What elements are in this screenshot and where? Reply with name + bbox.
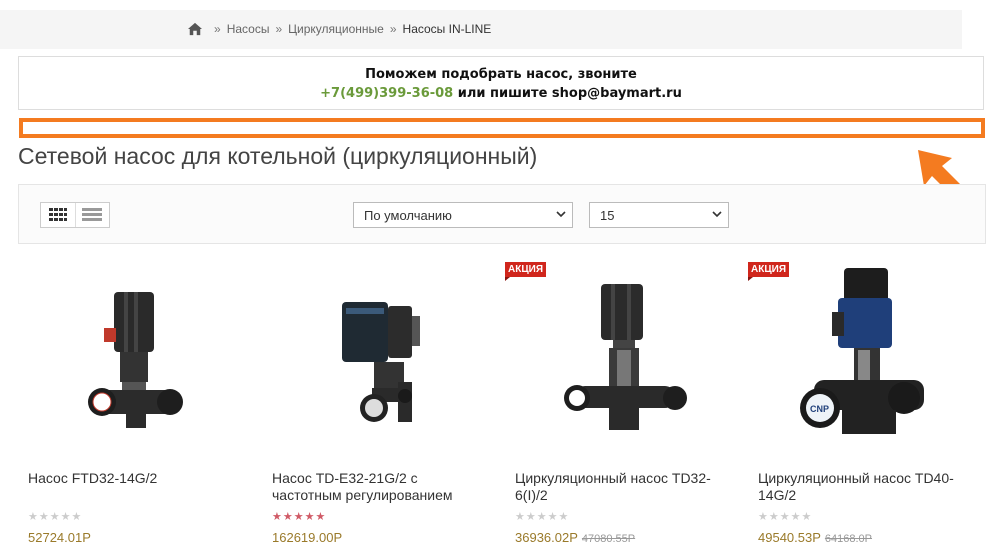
old-price: 47080.55Р (581, 533, 636, 545)
price-value: 162619.00Р (272, 530, 343, 545)
list-icon (82, 208, 103, 221)
breadcrumb-link-circulation[interactable]: Циркуляционные (288, 22, 384, 36)
product-image[interactable] (18, 258, 238, 458)
help-banner: Поможем подобрать насос, звоните +7(499)… (18, 56, 984, 110)
price-value: 49540.53Р (758, 530, 821, 545)
limit-select-value: 15 (600, 207, 615, 223)
product-name[interactable]: Насос TD-E32-21G/2 с частотным регулиров… (272, 470, 472, 504)
product-price: 36936.02Р 47080.55Р (515, 530, 635, 545)
rating-stars: ★★★★★ (758, 511, 813, 523)
product-card[interactable]: CNP АКЦИЯ Циркуляционный насос TD40-14G/… (748, 258, 968, 545)
chevron-down-icon (556, 211, 566, 218)
old-price: 64168.0Р (824, 533, 873, 545)
chevron-down-icon (712, 211, 722, 218)
sale-badge: АКЦИЯ (505, 262, 547, 281)
breadcrumb-separator: » (214, 22, 221, 36)
page-title: Сетевой насос для котельной (циркуляцион… (18, 143, 538, 169)
product-name[interactable]: Циркуляционный насос TD32-6(I)/2 (515, 470, 715, 504)
rating-stars: ★★★★★ (272, 511, 327, 523)
help-line2: +7(499)399-36-08 или пишите shop@baymart… (19, 86, 983, 101)
product-card[interactable]: Насос TD-E32-21G/2 с частотным регулиров… (262, 258, 482, 545)
breadcrumb-separator: » (389, 22, 397, 36)
rating-stars: ★★★★★ (28, 511, 83, 523)
product-card[interactable]: АКЦИЯ Циркуляционный насос TD32-6(I)/2 ★… (505, 258, 725, 545)
product-price: 52724.01Р (28, 530, 91, 545)
product-price: 162619.00Р (272, 530, 342, 545)
price-value: 36936.02Р (515, 530, 578, 545)
product-card[interactable]: Насос FTD32-14G/2 ★★★★★ 52724.01Р (18, 258, 238, 545)
product-image[interactable]: CNP (748, 258, 968, 458)
home-icon[interactable] (188, 22, 202, 36)
sort-select-value: По умолчанию (364, 207, 452, 223)
product-name[interactable]: Насос FTD32-14G/2 (28, 470, 228, 487)
help-email-text: или пишите shop@baymart.ru (453, 86, 682, 101)
breadcrumb-link-pumps[interactable]: Насосы (227, 22, 270, 36)
rating-stars: ★★★★★ (515, 511, 570, 523)
limit-select[interactable]: 15 (589, 202, 729, 228)
product-name[interactable]: Циркуляционный насос TD40-14G/2 (758, 470, 958, 504)
help-phone[interactable]: +7(499)399-36-08 (320, 86, 453, 101)
sort-select[interactable]: По умолчанию (353, 202, 573, 228)
highlight-box (19, 118, 985, 138)
breadcrumb: » Насосы » Циркуляционные » Насосы IN-LI… (188, 22, 491, 36)
view-toggle (40, 202, 110, 228)
product-price: 49540.53Р 64168.0Р (758, 530, 872, 545)
sale-badge: АКЦИЯ (748, 262, 790, 281)
price-value: 52724.01Р (28, 530, 91, 545)
breadcrumb-separator: » (275, 22, 283, 36)
help-line1: Поможем подобрать насос, звоните (365, 67, 637, 82)
breadcrumb-current: Насосы IN-LINE (402, 22, 492, 36)
grid-icon (48, 208, 67, 221)
product-toolbar: По умолчанию 15 (18, 184, 986, 244)
grid-view-button[interactable] (41, 203, 75, 227)
product-image[interactable] (262, 258, 482, 458)
product-image[interactable] (505, 258, 725, 458)
list-view-button[interactable] (74, 203, 110, 227)
svg-text:CNP: CNP (810, 404, 829, 414)
